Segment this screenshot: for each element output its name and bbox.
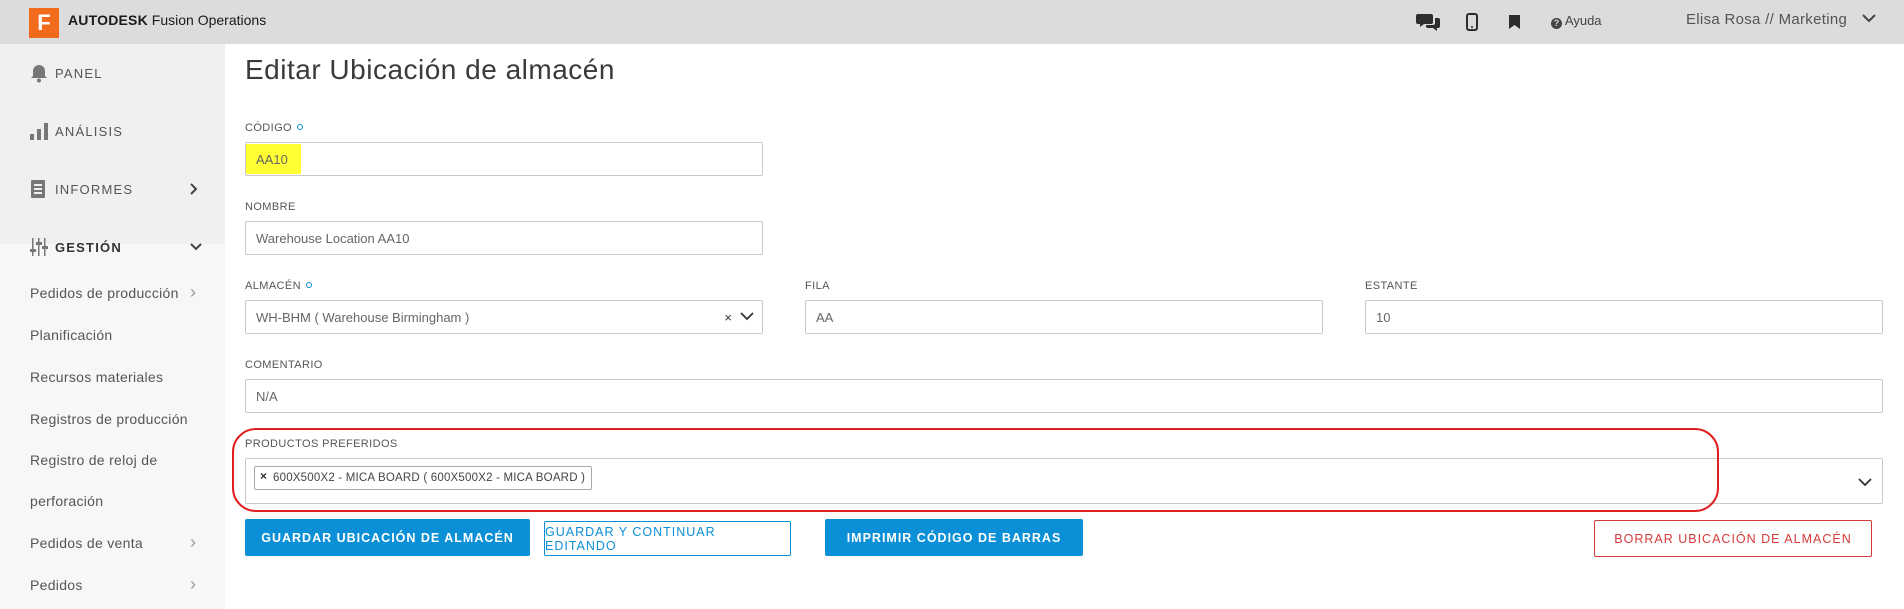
chevron-down-icon: [1861, 14, 1876, 23]
save-continue-button[interactable]: GUARDAR Y CONTINUAR EDITANDO: [544, 521, 791, 556]
sidebar-subitem-label: perforación: [30, 493, 104, 509]
fila-value: AA: [816, 309, 834, 325]
chevron-down-icon[interactable]: [740, 309, 754, 323]
sidebar-subitem-label: Registros de producción: [30, 411, 188, 427]
delete-button[interactable]: BORRAR UBICACIÓN DE ALMACÉN: [1594, 520, 1872, 557]
sliders-icon: [30, 238, 48, 256]
help-link[interactable]: ? Ayuda: [1551, 13, 1602, 29]
chevron-right-icon: ›: [190, 574, 197, 594]
sidebar-subitem-label: Pedidos de producción: [30, 285, 179, 301]
sidebar: PANEL ANÁLISIS INFORMES GESTIÓN Pedidos …: [0, 44, 225, 609]
top-bar: F AUTODESK Fusion Operations ? Ayuda Eli…: [0, 0, 1904, 44]
sidebar-subitem-label: Registro de reloj de: [30, 452, 158, 468]
estante-value: 10: [1376, 309, 1391, 325]
sidebar-item-analisis[interactable]: ANÁLISIS: [0, 102, 225, 160]
estante-label: ESTANTE: [1365, 280, 1418, 292]
page-title: Editar Ubicación de almacén: [245, 54, 615, 85]
chevron-down-icon[interactable]: [1858, 475, 1872, 489]
clear-selection-icon[interactable]: ×: [724, 310, 732, 325]
chevron-right-icon: [190, 183, 198, 195]
sidebar-item-gestion[interactable]: GESTIÓN: [0, 218, 225, 276]
sidebar-item-panel[interactable]: PANEL: [0, 44, 225, 102]
sidebar-subitem[interactable]: Registro de reloj de: [30, 452, 157, 468]
fusion-logo[interactable]: F: [29, 8, 59, 38]
sidebar-subitem-label: Recursos materiales: [30, 369, 164, 385]
help-icon: ?: [1551, 18, 1562, 29]
nombre-label: NOMBRE: [245, 201, 296, 213]
user-menu[interactable]: Elisa Rosa // Marketing: [1686, 11, 1876, 28]
almacen-select[interactable]: WH-BHM ( Warehouse Birmingham ) ×: [245, 300, 763, 334]
chevron-right-icon: ›: [190, 282, 197, 302]
print-barcode-button[interactable]: IMPRIMIR CÓDIGO DE BARRAS: [825, 519, 1083, 556]
bell-icon: [31, 65, 47, 83]
brand-autodesk: AUTODESK: [68, 12, 148, 28]
almacen-value: WH-BHM ( Warehouse Birmingham ): [256, 309, 470, 325]
sidebar-subitem-label: Planificación: [30, 327, 113, 343]
comentario-label: COMENTARIO: [245, 359, 323, 371]
brand-name: AUTODESK Fusion Operations: [68, 12, 266, 28]
sidebar-subitem[interactable]: perforación: [30, 493, 103, 509]
mobile-icon[interactable]: [1466, 10, 1478, 34]
bookmark-icon[interactable]: [1509, 10, 1520, 34]
estante-input[interactable]: 10: [1365, 300, 1883, 334]
codigo-value: AA10: [246, 144, 301, 174]
sidebar-subitem[interactable]: Pedidos de producción ›: [30, 282, 196, 302]
chevron-right-icon: ›: [190, 532, 197, 552]
nombre-input[interactable]: Warehouse Location AA10: [245, 221, 763, 255]
comentario-value: N/A: [256, 388, 278, 404]
required-indicator-icon: [297, 124, 304, 130]
document-icon: [31, 180, 45, 198]
required-indicator-icon: [305, 282, 312, 288]
bar-chart-icon: [30, 123, 48, 140]
save-button[interactable]: GUARDAR UBICACIÓN DE ALMACÉN: [245, 519, 530, 556]
chevron-down-icon: [190, 243, 202, 251]
almacen-label: ALMACÉN: [245, 280, 312, 292]
help-label: Ayuda: [1564, 13, 1602, 28]
almacen-label-text: ALMACÉN: [245, 280, 301, 292]
sidebar-subitem[interactable]: Registros de producción: [30, 411, 188, 427]
sidebar-item-informes[interactable]: INFORMES: [0, 160, 225, 218]
sidebar-subitem[interactable]: Planificación: [30, 327, 113, 343]
sidebar-subitem-label: Pedidos: [30, 577, 83, 593]
sidebar-subitem[interactable]: Pedidos de venta ›: [30, 532, 196, 552]
codigo-label-text: CÓDIGO: [245, 122, 293, 134]
sidebar-subitem[interactable]: Pedidos ›: [30, 574, 196, 594]
sidebar-subitem[interactable]: Recursos materiales: [30, 369, 163, 385]
sidebar-subitem-label: Pedidos de venta: [30, 535, 143, 551]
fila-input[interactable]: AA: [805, 300, 1323, 334]
annotation-highlight-ring: [232, 428, 1719, 512]
fila-label: FILA: [805, 280, 830, 292]
comentario-input[interactable]: N/A: [245, 379, 1883, 413]
codigo-label: CÓDIGO: [245, 122, 304, 134]
sidebar-label-gestion: GESTIÓN: [55, 239, 122, 255]
sidebar-label-analisis: ANÁLISIS: [55, 123, 124, 139]
user-label: Elisa Rosa // Marketing: [1686, 11, 1848, 28]
chat-icon[interactable]: [1416, 10, 1440, 34]
nombre-value: Warehouse Location AA10: [256, 230, 410, 246]
sidebar-label-panel: PANEL: [55, 65, 103, 81]
codigo-input[interactable]: AA10: [245, 142, 763, 176]
brand-product: Fusion Operations: [147, 12, 267, 28]
sidebar-label-informes: INFORMES: [55, 181, 134, 197]
